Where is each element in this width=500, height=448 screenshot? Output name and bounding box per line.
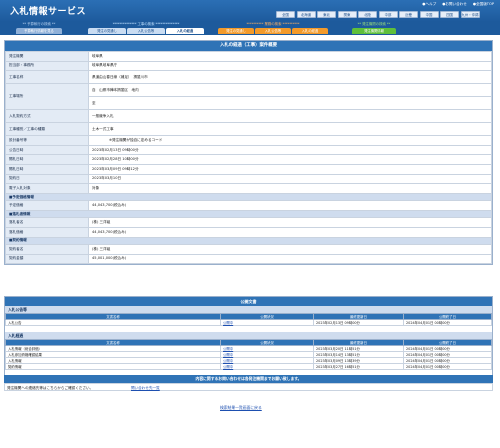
region-tab-hokuriku[interactable]: 北陸: [358, 11, 377, 18]
back-to-results-link[interactable]: 検索結果一覧画面に戻る: [220, 405, 262, 411]
region-tab-kyushu[interactable]: 九州・沖縄: [460, 11, 480, 18]
region-tab-kinki[interactable]: 近畿: [399, 11, 418, 18]
bid-detail-table: 発注機関 岐阜県 担当部・事務所 岐阜県岐阜県庁 工事名称 県道由山春日線（補足） 揖…: [5, 51, 492, 265]
inquiry-bar: 内容に関するお問い合わせは各発注機関までお願い致します。: [4, 375, 493, 383]
table-row: 契約金額 45,001,000(税込み): [5, 253, 492, 265]
region-tab-shikoku[interactable]: 四国: [440, 11, 459, 18]
table-row: 担当部・事務所 岐阜県岐阜県庁: [5, 60, 492, 72]
region-tab-tohoku[interactable]: 東北: [317, 11, 336, 18]
section-header-contract: ■契約情報: [5, 236, 492, 245]
site-header: 入札情報サービス ●ヘルプ ●お問い合わせ ●全国版TOP 全国 北海道 東北 …: [0, 0, 500, 22]
table-row: 開札日時 2023年02月28日 10時00分: [5, 154, 492, 165]
region-tab-zenkoku[interactable]: 全国: [276, 11, 295, 18]
inquiry-list-link[interactable]: 問い合わせ先一覧: [131, 384, 160, 392]
section-header-price: ■予定価格情報: [5, 192, 492, 202]
table-row: 契約者名 (株) 三洋組: [5, 244, 492, 255]
table-row: 落札価格 44,043,700(税込み): [5, 226, 492, 238]
tab-service-outlook[interactable]: 発注の見通し: [218, 28, 254, 34]
page-title: 入札の経過（工事）案件概要: [5, 41, 492, 51]
nav-group-title: ************** 工事の検索 **************: [112, 22, 180, 26]
table-row: 予定価格 44,043,700(税込み): [5, 200, 492, 211]
top-links: ●ヘルプ ●お問い合わせ ●全国版TOP: [422, 2, 494, 7]
table-row: 入札公告 公開中 2023年02月13日 09時00分 2024年04月01日 …: [5, 319, 492, 326]
nav-group-title: ** 発注機関の検索 **: [357, 22, 391, 26]
table-row: 工事名称 県道由山春日線（補足） 揖斐川市: [5, 70, 492, 85]
tab-service-bid-progress[interactable]: 入札の経過: [292, 28, 328, 34]
docs-group-title: 入札経過: [5, 332, 492, 339]
inquiry-text: 発注機関への連絡先等はこちらからご確認ください。: [7, 386, 94, 390]
site-title: 入札情報サービス: [10, 7, 87, 17]
tab-budget-info[interactable]: 予算執行情報を見る: [16, 28, 62, 34]
nav-group-agency: ** 発注機関の検索 ** 発注機関情報: [352, 22, 396, 34]
tab-construction-notice[interactable]: 入札公告等: [127, 28, 165, 34]
table-row: 発注機関 岐阜県: [5, 51, 492, 62]
region-tab-chubu[interactable]: 中部: [378, 11, 398, 18]
nav-group-services: ********** 業務の検索 ********** 発注の見通し 入札公告等…: [218, 22, 328, 34]
bid-detail-panel: 入札の経過（工事）案件概要 発注機関 岐阜県 担当部・事務所 岐阜県岐阜県庁 工事名…: [4, 40, 493, 266]
table-row: 開札日時 2023年03月09日 09時12分: [5, 163, 492, 175]
nav-bar: ** 予算執行の検索 ** 予算執行情報を見る ************** 工…: [0, 22, 500, 35]
tab-construction-outlook[interactable]: 発注の見通し: [88, 28, 126, 34]
nav-group-title: ** 予算執行の検索 **: [22, 22, 56, 26]
national-top-link[interactable]: ●全国版TOP: [473, 2, 494, 7]
region-tab-kanto[interactable]: 関東: [337, 11, 357, 18]
nav-group-budget: ** 予算執行の検索 ** 予算執行情報を見る: [16, 22, 62, 34]
inquiry-row: 発注機関への連絡先等はこちらからご確認ください。 問い合わせ先一覧: [4, 383, 493, 391]
help-link[interactable]: ●ヘルプ: [422, 2, 436, 7]
table-row: 工事種別／工事の種類 土木一式工事: [5, 122, 492, 137]
table-row: 入札契約方式 一般競争入札: [5, 109, 492, 124]
docs-table-notice: 文書名称 公開状況 最終更新日 公開終了日 入札公告 公開中 2023年02月1…: [5, 313, 492, 326]
table-row: 電子入札対象 対象: [5, 183, 492, 194]
docs-table-progress: 文書名称 公開状況 最終更新日 公開終了日 入札情報（総合評価） 公開中 202…: [5, 339, 492, 370]
nav-group-title: ********** 業務の検索 **********: [246, 22, 300, 26]
table-row: 設計番号等 ※発注機関が独自に定めるコード: [5, 135, 492, 146]
table-row: 公告日時 2023年02月13日 09時00分: [5, 144, 492, 156]
table-row: 落札者名 (株) 三洋組: [5, 217, 492, 228]
table-row: 工事場所自 山県市樺本揖斐区 地内: [5, 83, 492, 111]
nav-group-construction: ************** 工事の検索 ************** 発注の見…: [88, 22, 204, 34]
doc-status-link[interactable]: 公開中: [220, 319, 314, 326]
public-documents-panel: 公開文書 入札公告等 文書名称 公開状況 最終更新日 公開終了日 入札公告 公開…: [4, 296, 493, 377]
docs-group-title: 入札公告等: [5, 306, 492, 313]
tab-agency-info[interactable]: 発注機関情報: [352, 28, 396, 34]
region-tab-hokkaido[interactable]: 北海道: [296, 11, 316, 18]
contact-link[interactable]: ●お問い合わせ: [442, 2, 467, 7]
region-tab-chugoku[interactable]: 中国: [419, 11, 439, 18]
table-row: 契約日 2023年03月10日: [5, 173, 492, 185]
table-row: 契約情報 公開中 2023年03月27日 16時51分 2024年04月01日 …: [5, 363, 492, 370]
section-title: 公開文書: [5, 297, 492, 306]
section-header-winner: ■落札者情報: [5, 209, 492, 219]
doc-status-link[interactable]: 公開中: [220, 363, 314, 370]
tab-construction-bid-progress[interactable]: 入札の経過: [166, 28, 204, 34]
region-tabs: 全国 北海道 東北 関東 北陸 中部 近畿 中国 四国 九州・沖縄: [276, 11, 480, 18]
tab-service-notice[interactable]: 入札公告等: [255, 28, 291, 34]
